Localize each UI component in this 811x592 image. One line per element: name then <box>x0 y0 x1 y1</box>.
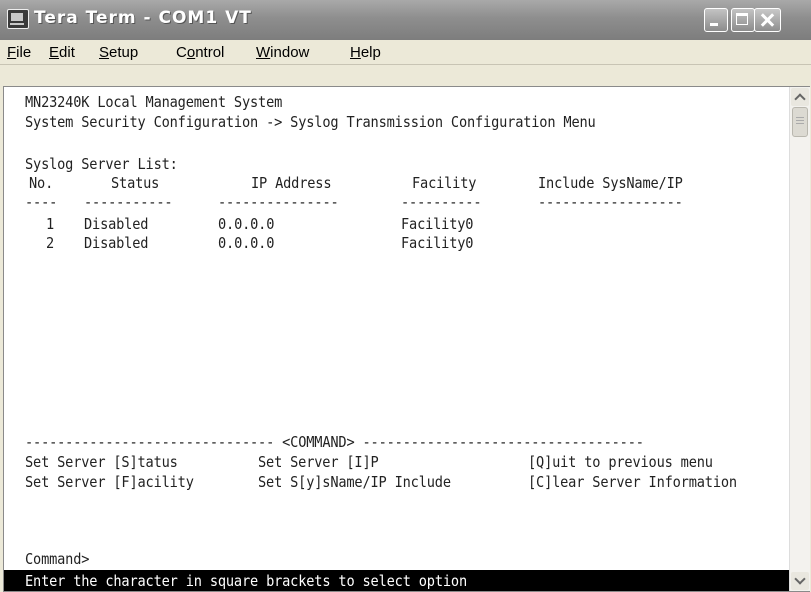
column-header-status: Status <box>111 174 160 192</box>
server-list-title: Syslog Server List: <box>25 155 178 173</box>
window-title: Tera Term - COM1 VT <box>34 8 252 28</box>
command-set-status: Set Server [S]tatus <box>25 453 178 471</box>
row-number: 2 <box>46 234 55 252</box>
row-ip: 0.0.0.0 <box>218 234 275 252</box>
close-button[interactable] <box>754 8 781 32</box>
column-header-no: No. <box>29 174 54 192</box>
row-facility: Facility0 <box>401 234 474 252</box>
menu-window[interactable]: Window <box>256 44 309 61</box>
row-ip: 0.0.0.0 <box>218 215 275 233</box>
terminal-app-icon[interactable] <box>7 9 29 29</box>
command-set-facility: Set Server [F]acility <box>25 473 194 491</box>
menu-edit[interactable]: Edit <box>49 44 75 61</box>
vertical-scrollbar[interactable] <box>789 87 810 591</box>
scroll-thumb[interactable] <box>792 107 808 137</box>
system-name: MN23240K Local Management System <box>25 93 283 111</box>
menu-bar: File Edit Setup Control Window Help <box>0 40 811 65</box>
command-prompt: Command> <box>25 550 90 568</box>
status-bar: Enter the character in square brackets t… <box>4 570 789 591</box>
column-separator-include: ------------------ <box>538 193 683 211</box>
column-separator-ip: --------------- <box>218 193 339 211</box>
command-set-sysname: Set S[y]sName/IP Include <box>258 473 451 491</box>
menu-file[interactable]: File <box>7 44 31 61</box>
command-clear: [C]lear Server Information <box>528 473 737 491</box>
title-bar[interactable]: Tera Term - COM1 VT <box>0 0 811 41</box>
column-header-ip: IP Address <box>251 174 332 192</box>
scroll-up-icon[interactable] <box>791 88 809 106</box>
terminal-screen[interactable]: MN23240K Local Management System System … <box>4 87 789 591</box>
tera-term-window: Tera Term - COM1 VT File Edit Setup Cont… <box>0 0 811 592</box>
row-number: 1 <box>46 215 55 233</box>
column-separator-no: ---- <box>25 193 58 211</box>
column-separator-facility: ---------- <box>401 193 482 211</box>
maximize-button[interactable] <box>731 8 755 32</box>
terminal-frame: MN23240K Local Management System System … <box>3 86 810 592</box>
menu-breadcrumb: System Security Configuration -> Syslog … <box>25 113 596 131</box>
command-divider: ------------------------------- <COMMAND… <box>25 433 644 451</box>
status-message: Enter the character in square brackets t… <box>25 572 467 590</box>
column-separator-status: ----------- <box>84 193 173 211</box>
scroll-down-icon[interactable] <box>791 572 809 590</box>
column-header-facility: Facility <box>412 174 477 192</box>
menu-setup[interactable]: Setup <box>99 44 138 61</box>
column-header-include: Include SysName/IP <box>538 174 683 192</box>
row-facility: Facility0 <box>401 215 474 233</box>
menu-control[interactable]: Control <box>176 44 224 61</box>
row-status: Disabled <box>84 215 149 233</box>
command-set-ip: Set Server [I]P <box>258 453 379 471</box>
command-quit: [Q]uit to previous menu <box>528 453 713 471</box>
menu-help[interactable]: Help <box>350 44 381 61</box>
row-status: Disabled <box>84 234 149 252</box>
minimize-button[interactable] <box>704 8 728 32</box>
